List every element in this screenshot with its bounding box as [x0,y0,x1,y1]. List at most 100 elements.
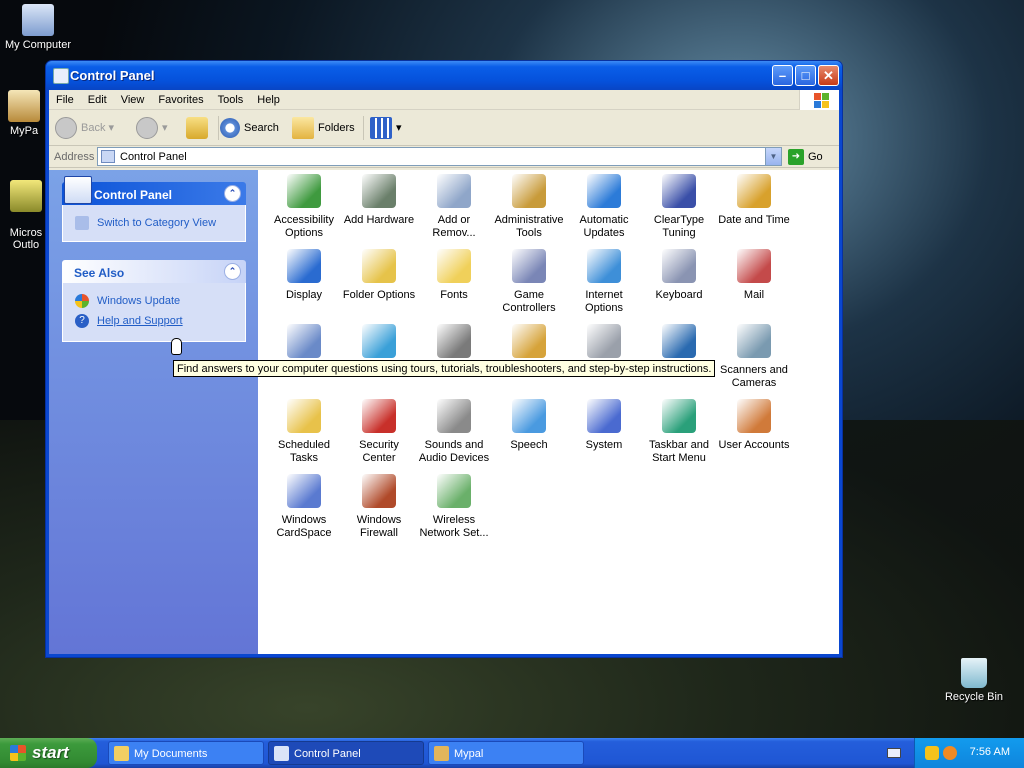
game-controllers-icon [512,249,546,283]
menu-favorites[interactable]: Favorites [151,90,210,106]
cp-item-automatic-updates[interactable]: Automatic Updates [567,174,641,240]
taskbar-item-my-documents[interactable]: My Documents [108,741,264,765]
accessibility-icon [287,174,321,208]
cp-item-add-remove-programs[interactable]: Add or Remov... [417,174,491,240]
cp-item-display[interactable]: Display [267,249,341,302]
folder-options-icon [362,249,396,283]
cp-item-folder-options[interactable]: Folder Options [342,249,416,302]
toolbar-separator [218,116,219,140]
menu-file[interactable]: File [49,90,81,106]
cp-item-game-controllers[interactable]: Game Controllers [492,249,566,315]
folders-button[interactable]: Folders [292,116,355,140]
see-also-box: See Also ⌃ Windows Update ? Help and Supp… [62,260,246,342]
minimize-button[interactable]: – [772,65,793,86]
cp-item-date-time[interactable]: Date and Time [717,174,791,227]
control-panel-icon [64,176,92,204]
keyboard-tray-icon[interactable] [887,748,901,758]
my-computer-icon [22,4,54,36]
cp-item-scheduled-tasks[interactable]: Scheduled Tasks [267,399,341,465]
cp-item-label: Add or Remov... [432,214,476,239]
switch-category-view-link[interactable]: Switch to Category View [75,216,245,230]
address-input[interactable]: Control Panel ▼ [97,147,782,166]
cp-item-label: Taskbar and Start Menu [649,439,709,464]
address-label: Address [54,151,95,163]
internet-options-icon [587,249,621,283]
display-icon [287,249,321,283]
windows-update-link[interactable]: Windows Update [75,294,245,308]
desktop-icon-label: Recycle Bin [944,691,1004,703]
mypal-icon [434,746,449,761]
taskbar-start-menu-icon [662,399,696,433]
cp-item-scanners-cameras[interactable]: Scanners and Cameras [717,324,791,390]
cp-item-sounds[interactable]: Sounds and Audio Devices [417,399,491,465]
menu-view[interactable]: View [114,90,152,106]
scheduled-tasks-icon [287,399,321,433]
cp-item-user-accounts[interactable]: User Accounts [717,399,791,452]
cp-item-mail[interactable]: Mail [717,249,791,302]
taskbar-item-control-panel[interactable]: Control Panel [268,741,424,765]
cp-item-firewall[interactable]: Windows Firewall [342,474,416,540]
views-icon [370,117,392,140]
cp-item-wireless-network[interactable]: Wireless Network Set... [417,474,491,540]
desktop-icon-my-computer[interactable]: My Computer [0,4,78,51]
search-icon [220,118,240,139]
wireless-network-icon [437,474,471,508]
cp-item-taskbar-start-menu[interactable]: Taskbar and Start Menu [642,399,716,465]
cp-item-security-center[interactable]: Security Center [342,399,416,465]
cp-item-system[interactable]: System [567,399,641,452]
taskbar-item-mypal[interactable]: Mypal [428,741,584,765]
desktop-icon-recycle-bin[interactable]: Recycle Bin [934,658,1014,703]
maximize-button[interactable]: □ [795,65,816,86]
forward-button[interactable]: ▾ [136,116,168,140]
search-button[interactable]: Search [220,116,279,140]
back-button[interactable]: Back ▾ [55,116,114,140]
start-button[interactable]: start [0,738,97,768]
outlook-icon [10,180,42,212]
cp-item-internet-options[interactable]: Internet Options [567,249,641,315]
date-time-icon [737,174,771,208]
go-arrow-icon: ➜ [788,149,804,166]
close-button[interactable]: ✕ [818,65,839,86]
help-support-link[interactable]: ? Help and Support [75,314,245,328]
security-shield-icon[interactable] [925,746,939,760]
menu-help[interactable]: Help [250,90,287,106]
cp-item-cardspace[interactable]: Windows CardSpace [267,474,341,540]
clock[interactable]: 7:56 AM [970,746,1010,758]
cp-item-label: System [585,439,623,451]
search-tray-icon[interactable] [943,746,957,760]
cp-item-fonts[interactable]: Fonts [417,249,491,302]
cp-item-label: Scanners and Cameras [720,364,788,389]
cleartype-icon [662,174,696,208]
cp-item-mouse[interactable] [267,324,341,364]
go-button[interactable]: ➜ Go [788,148,823,166]
menu-tools[interactable]: Tools [211,90,251,106]
collapse-chevron-icon[interactable]: ⌃ [224,263,241,280]
views-button[interactable]: ▾ [370,116,402,140]
cp-item-label: ClearType Tuning [653,214,705,239]
cp-item-speech[interactable]: Speech [492,399,566,452]
desktop-icon-label: Micros Outlo [9,227,43,251]
cp-item-cleartype[interactable]: ClearType Tuning [642,174,716,240]
cardspace-icon [287,474,321,508]
cp-item-administrative-tools[interactable]: Administrative Tools [492,174,566,240]
control-panel-box-header[interactable]: Control Panel ⌃ [62,176,246,205]
up-folder-button[interactable] [186,116,212,140]
title-bar[interactable]: Control Panel – □ ✕ [46,61,842,90]
cp-item-label: Game Controllers [502,289,556,314]
cp-item-label: Security Center [359,439,399,464]
cp-item-power-options[interactable] [492,324,566,364]
menu-edit[interactable]: Edit [81,90,114,106]
recycle-bin-icon [961,658,987,688]
control-panel-window: Control Panel – □ ✕ File Edit View Favorite… [45,60,843,658]
cp-item-keyboard[interactable]: Keyboard [642,249,716,302]
cp-item-add-hardware[interactable]: Add Hardware [342,174,416,227]
tooltip: Find answers to your computer questions … [173,360,716,377]
address-dropdown-button[interactable]: ▼ [765,148,781,165]
see-also-box-header[interactable]: See Also ⌃ [62,260,246,283]
desktop-icon-label: My Computer [4,39,72,51]
collapse-chevron-icon[interactable]: ⌃ [224,185,241,202]
cp-item-accessibility[interactable]: Accessibility Options [267,174,341,240]
help-icon: ? [75,314,89,328]
add-remove-programs-icon [437,174,471,208]
address-value: Control Panel [120,151,187,163]
